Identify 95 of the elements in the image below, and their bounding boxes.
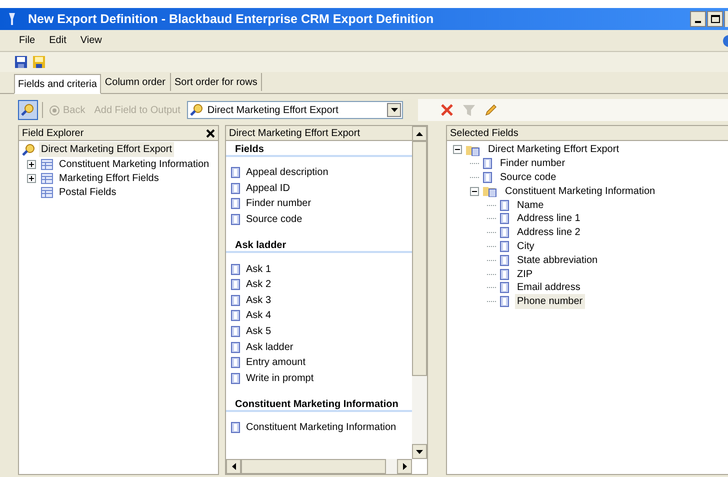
right-arrow-icon[interactable] xyxy=(402,463,406,470)
tree-item[interactable]: Finder number xyxy=(498,156,568,172)
field-item[interactable]: Ask 4 xyxy=(246,308,272,324)
tree-item[interactable]: Direct Marketing Effort Export xyxy=(486,142,621,158)
field-item[interactable]: Finder number xyxy=(246,196,312,212)
field-item[interactable]: Source code xyxy=(246,212,302,228)
tree-item[interactable]: Phone number xyxy=(515,294,585,310)
tab[interactable]: Sort order for rows xyxy=(170,73,262,91)
table-icon xyxy=(41,186,53,198)
tab[interactable]: Column order xyxy=(100,73,171,91)
left-arrow-icon[interactable] xyxy=(232,463,236,470)
menu-item[interactable]: File xyxy=(14,33,40,48)
tree-item[interactable]: Name xyxy=(515,198,546,213)
tree-item[interactable]: Postal Fields xyxy=(59,184,116,200)
close-icon[interactable] xyxy=(206,128,215,138)
tree-item[interactable]: Constituent Marketing Information xyxy=(59,156,210,172)
field-icon xyxy=(500,254,509,266)
search-toggle-button[interactable] xyxy=(18,100,38,120)
tab[interactable]: Fields and criteria xyxy=(14,74,101,94)
field-icon xyxy=(231,264,240,275)
source-dropdown[interactable]: Direct Marketing Effort Export xyxy=(187,101,404,119)
collapse-icon[interactable] xyxy=(453,145,462,154)
menu-item[interactable]: Edit xyxy=(44,33,72,48)
field-item[interactable]: Ask 1 xyxy=(246,262,272,277)
panel-title: Field Explorer xyxy=(22,126,84,140)
search-icon xyxy=(21,103,35,117)
field-item[interactable]: Entry amount xyxy=(246,355,306,370)
field-item[interactable]: Ask 3 xyxy=(246,292,272,308)
table-icon xyxy=(41,158,53,170)
vertical-scrollbar[interactable] xyxy=(412,126,427,459)
expand-icon[interactable] xyxy=(27,174,36,182)
field-item[interactable]: Write in prompt xyxy=(246,370,314,386)
up-arrow-icon[interactable] xyxy=(416,132,423,136)
minimize-button[interactable] xyxy=(690,11,706,27)
field-icon xyxy=(231,310,240,322)
window-title: New Export Definition - Blackbaud Enterprise CRM Export Definition xyxy=(28,10,434,28)
field-icon xyxy=(231,326,240,338)
down-arrow-icon[interactable] xyxy=(416,450,423,454)
table-icon xyxy=(41,172,53,184)
section-heading: Constituent Marketing Information xyxy=(226,396,412,412)
field-item[interactable]: Appeal ID xyxy=(246,180,290,196)
horizontal-scrollbar[interactable] xyxy=(226,459,412,474)
field-icon xyxy=(500,213,509,224)
tree-item[interactable]: ZIP xyxy=(515,266,535,282)
help-icon[interactable] xyxy=(722,34,728,46)
tree-item[interactable]: Constituent Marketing Information xyxy=(503,184,658,199)
section-heading: Ask ladder xyxy=(226,237,412,254)
tree-item[interactable]: Address line 1 xyxy=(515,211,582,226)
field-icon xyxy=(231,357,240,368)
tree-item[interactable]: Source code xyxy=(498,170,558,185)
field-icon xyxy=(231,214,240,226)
delete-icon[interactable] xyxy=(440,103,454,117)
section-heading: Fields xyxy=(226,141,412,157)
field-icon xyxy=(231,294,240,306)
field-item[interactable]: Appeal description xyxy=(246,165,328,180)
field-icon xyxy=(231,167,240,178)
folder-icon xyxy=(466,144,480,156)
tree-item[interactable]: State abbreviation xyxy=(515,252,600,268)
pencil-icon[interactable] xyxy=(484,103,498,117)
folder-icon xyxy=(483,185,497,198)
search-icon xyxy=(22,142,36,156)
save-icon[interactable] xyxy=(14,55,28,69)
tree-item[interactable]: Email address xyxy=(515,280,582,296)
field-icon xyxy=(231,342,240,353)
field-icon xyxy=(500,227,509,238)
field-item[interactable]: Ask 2 xyxy=(246,277,272,292)
field-icon xyxy=(500,296,509,308)
field-icon xyxy=(500,240,509,252)
tree-item[interactable]: Direct Marketing Effort Export xyxy=(39,142,174,157)
field-icon xyxy=(231,422,240,434)
app-icon xyxy=(6,12,18,26)
collapse-icon[interactable] xyxy=(470,186,479,196)
tree-item[interactable]: Marketing Effort Fields xyxy=(59,170,159,186)
field-icon xyxy=(231,279,240,290)
field-icon xyxy=(231,372,240,384)
field-item[interactable]: Ask ladder xyxy=(246,340,294,355)
field-icon xyxy=(500,200,509,211)
field-item[interactable]: Constituent Marketing Information xyxy=(246,420,396,436)
field-icon xyxy=(483,158,492,170)
field-icon xyxy=(500,268,509,280)
save-close-icon[interactable] xyxy=(32,55,46,69)
menu-item[interactable]: View xyxy=(75,33,107,48)
maximize-button[interactable] xyxy=(707,11,723,27)
field-icon xyxy=(500,282,509,294)
field-icon xyxy=(231,182,240,194)
expand-icon[interactable] xyxy=(27,160,36,168)
panel-title: Selected Fields xyxy=(450,126,518,140)
field-icon xyxy=(483,172,492,183)
tree-item[interactable]: City xyxy=(515,238,536,254)
field-icon xyxy=(231,198,240,210)
field-item[interactable]: Ask 5 xyxy=(246,324,272,340)
search-icon xyxy=(190,103,204,117)
tree-item[interactable]: Address line 2 xyxy=(515,225,582,240)
panel-title: Direct Marketing Effort Export xyxy=(229,126,360,140)
back-icon xyxy=(49,104,60,116)
